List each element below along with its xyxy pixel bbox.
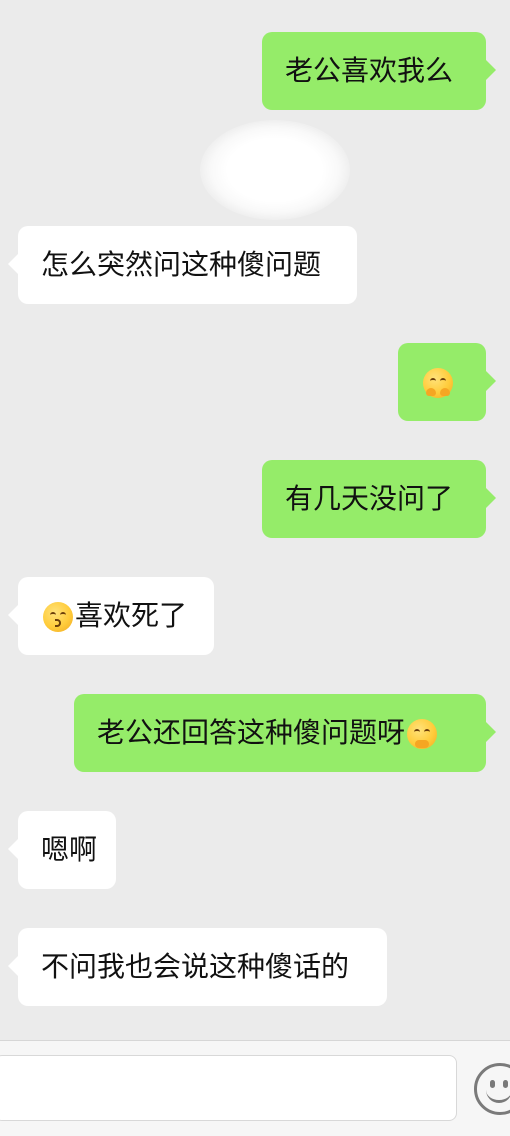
message-bubble-outgoing[interactable]: 老公喜欢我么 bbox=[262, 32, 496, 110]
message-text: 老公还回答这种傻问题呀 bbox=[97, 716, 406, 749]
kissing-face-emoji-icon bbox=[43, 602, 73, 632]
message-bubble-incoming[interactable]: 怎么突然问这种傻问题 bbox=[8, 226, 357, 304]
message-bubble-outgoing[interactable]: 老公还回答这种傻问题呀 bbox=[74, 694, 496, 772]
message-text: 怎么突然问这种傻问题 bbox=[41, 248, 322, 281]
message-bubble-incoming[interactable]: 不问我也会说这种傻话的 bbox=[8, 928, 387, 1006]
message-text: 老公喜欢我么 bbox=[285, 54, 454, 87]
message-bubble-incoming[interactable]: 嗯啊 bbox=[8, 811, 116, 889]
message-bubble-incoming[interactable]: 喜欢死了 bbox=[8, 577, 214, 655]
thinking-face-emoji-icon bbox=[407, 719, 438, 749]
chat-area: 老公喜欢我么 怎么突然问这种傻问题 有几天没问了 喜欢死了 老公还回答这种傻问题… bbox=[0, 0, 510, 1040]
message-bubble-outgoing[interactable]: 有几天没问了 bbox=[262, 460, 496, 538]
message-bubble-outgoing[interactable] bbox=[398, 343, 496, 421]
message-input[interactable] bbox=[0, 1055, 457, 1121]
input-bar bbox=[0, 1040, 510, 1136]
message-text: 有几天没问了 bbox=[285, 482, 454, 515]
hugging-face-emoji-icon bbox=[423, 368, 453, 398]
sticker-image[interactable] bbox=[200, 120, 350, 220]
message-text: 喜欢死了 bbox=[75, 599, 188, 632]
message-text: 不问我也会说这种傻话的 bbox=[41, 950, 350, 983]
message-text: 嗯啊 bbox=[41, 833, 98, 866]
smiley-face-icon[interactable] bbox=[474, 1063, 510, 1115]
